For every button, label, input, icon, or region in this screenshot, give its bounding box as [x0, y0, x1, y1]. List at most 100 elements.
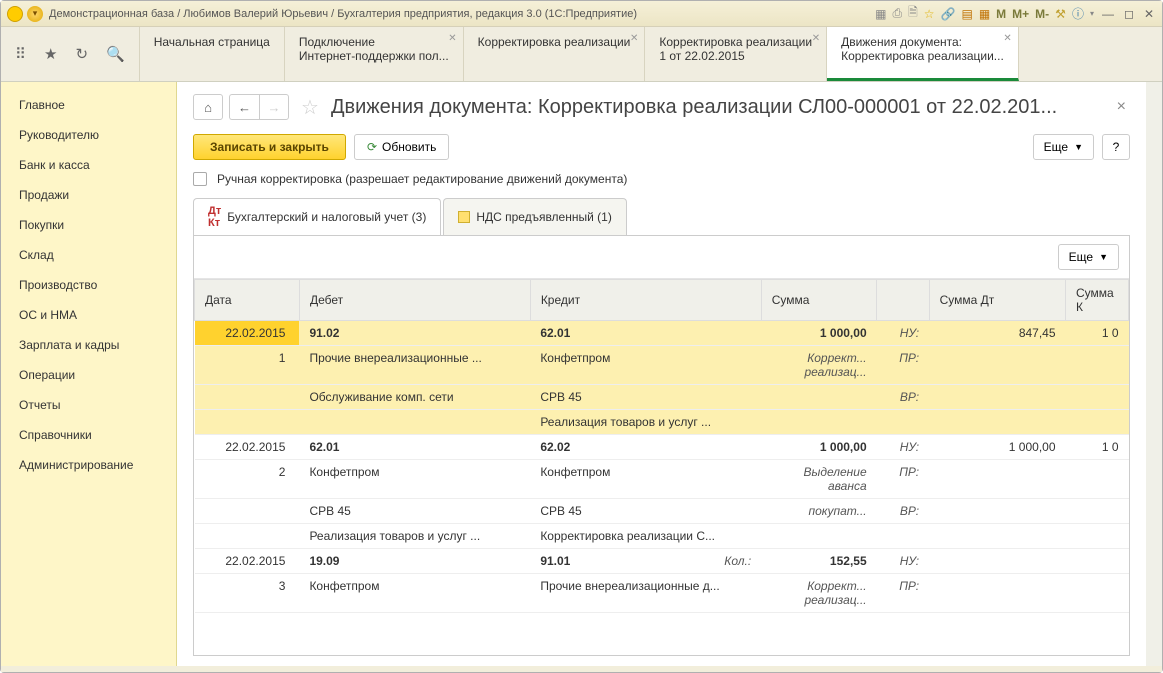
col-blank[interactable]: [877, 280, 929, 321]
tab-close-icon[interactable]: ✕: [812, 33, 820, 44]
cell: [1066, 346, 1129, 385]
forward-button[interactable]: →: [259, 94, 289, 120]
col-sumdt[interactable]: Сумма Дт: [929, 280, 1065, 321]
history-icon[interactable]: ↻: [75, 45, 88, 63]
sidebar-item-operations[interactable]: Операции: [1, 360, 176, 390]
app-logo-icon: [7, 6, 23, 22]
cell: [1066, 410, 1129, 435]
sidebar-item-assets[interactable]: ОС и НМА: [1, 300, 176, 330]
tab-correction-2[interactable]: Корректировка реализации 1 от 22.02.2015…: [645, 27, 827, 81]
cell: 152,55: [761, 549, 876, 574]
back-button[interactable]: ←: [229, 94, 259, 120]
sidebar: Главное Руководителю Банк и касса Продаж…: [1, 82, 177, 666]
link-icon[interactable]: 🔗: [941, 7, 956, 21]
table-more-button[interactable]: Еще ▼: [1058, 244, 1119, 270]
tab-home[interactable]: Начальная страница: [140, 27, 285, 81]
print-icon[interactable]: ⎙: [892, 6, 902, 21]
table-row[interactable]: СРВ 45СРВ 45покупат...ВР:: [195, 499, 1129, 524]
tab-close-icon[interactable]: ✕: [1003, 33, 1011, 44]
close-button[interactable]: ✕: [1142, 7, 1156, 21]
cell: Корректировка реализации С...: [530, 524, 761, 549]
calc-icon[interactable]: ▤: [961, 7, 972, 21]
subtabs: ДтКт Бухгалтерский и налоговый учет (3) …: [193, 198, 1130, 235]
apps-icon[interactable]: ⠿: [15, 45, 26, 63]
tab-correction-1[interactable]: Корректировка реализации ✕: [464, 27, 646, 81]
cell: [1066, 460, 1129, 499]
accounting-grid[interactable]: Дата Дебет Кредит Сумма Сумма Дт Сумма К…: [194, 279, 1129, 655]
cell: Прочие внереализационные д...: [530, 574, 761, 613]
cell: [1066, 385, 1129, 410]
favorite-toggle-icon[interactable]: ☆: [301, 95, 319, 120]
tab-close-icon[interactable]: ✕: [448, 33, 456, 44]
cell: 91.01 Кол.:: [530, 549, 761, 574]
star-icon[interactable]: ★: [44, 45, 57, 63]
col-date[interactable]: Дата: [195, 280, 300, 321]
tab-close-icon[interactable]: ✕: [630, 33, 638, 44]
sidebar-item-sales[interactable]: Продажи: [1, 180, 176, 210]
content-close-button[interactable]: ×: [1113, 98, 1130, 116]
sidebar-item-warehouse[interactable]: Склад: [1, 240, 176, 270]
cell: [761, 410, 876, 435]
table-row[interactable]: 3КонфетпромПрочие внереализационные д...…: [195, 574, 1129, 613]
subtab-accounting[interactable]: ДтКт Бухгалтерский и налоговый учет (3): [193, 198, 441, 235]
info-dropdown-icon[interactable]: ▾: [1090, 9, 1094, 18]
sidebar-item-salary[interactable]: Зарплата и кадры: [1, 330, 176, 360]
cell: ПР:: [877, 460, 929, 499]
home-button[interactable]: ⌂: [193, 94, 223, 120]
sidebar-item-dicts[interactable]: Справочники: [1, 420, 176, 450]
sidebar-item-admin[interactable]: Администрирование: [1, 450, 176, 480]
table-row[interactable]: 22.02.201519.0991.01 Кол.:152,55НУ:: [195, 549, 1129, 574]
cell: ВР:: [877, 499, 929, 524]
col-credit[interactable]: Кредит: [530, 280, 761, 321]
table-row[interactable]: 22.02.201562.0162.021 000,00НУ:1 000,001…: [195, 435, 1129, 460]
cell: СРВ 45: [530, 499, 761, 524]
help-button[interactable]: ?: [1102, 134, 1130, 160]
settings-icon[interactable]: ⚒: [1055, 7, 1066, 21]
chevron-down-icon: ▼: [1099, 252, 1108, 262]
cell: Конфетпром: [530, 346, 761, 385]
table-row[interactable]: Реализация товаров и услуг ...Корректиро…: [195, 524, 1129, 549]
cell: [877, 524, 929, 549]
subtab-nds[interactable]: НДС предъявленный (1): [443, 198, 626, 235]
tab-movements[interactable]: Движения документа: Корректировка реализ…: [827, 27, 1019, 81]
cell: СРВ 45: [299, 499, 530, 524]
table-row[interactable]: Реализация товаров и услуг ...: [195, 410, 1129, 435]
tool-icon[interactable]: ▦: [875, 7, 886, 21]
col-sumk[interactable]: Сумма К: [1066, 280, 1129, 321]
window-title: Демонстрационная база / Любимов Валерий …: [49, 8, 875, 20]
titlebar-dropdown-icon[interactable]: ▾: [27, 6, 43, 22]
col-debit[interactable]: Дебет: [299, 280, 530, 321]
content-header: ⌂ ← → ☆ Движения документа: Корректировк…: [193, 94, 1130, 120]
sidebar-item-bank[interactable]: Банк и касса: [1, 150, 176, 180]
search-icon[interactable]: 🔍: [106, 45, 125, 63]
more-button[interactable]: Еще ▼: [1033, 134, 1094, 160]
m-minus-button[interactable]: M-: [1035, 7, 1049, 21]
refresh-button[interactable]: ⟳ Обновить: [354, 134, 449, 160]
table-row[interactable]: 22.02.201591.0262.011 000,00НУ:847,451 0: [195, 321, 1129, 346]
m-button[interactable]: M: [996, 7, 1006, 21]
sidebar-item-production[interactable]: Производство: [1, 270, 176, 300]
sidebar-item-purchases[interactable]: Покупки: [1, 210, 176, 240]
sidebar-item-main[interactable]: Главное: [1, 90, 176, 120]
cell: НУ:: [877, 321, 929, 346]
table-row[interactable]: Обслуживание комп. сетиСРВ 45ВР:: [195, 385, 1129, 410]
save-close-button[interactable]: Записать и закрыть: [193, 134, 346, 160]
calendar-icon[interactable]: ▦: [979, 7, 990, 21]
tab-internet-support[interactable]: Подключение Интернет-поддержки пол... ✕: [285, 27, 464, 81]
manual-edit-checkbox[interactable]: [193, 172, 207, 186]
info-icon[interactable]: ⓘ: [1072, 5, 1084, 22]
maximize-button[interactable]: ◻: [1122, 7, 1136, 21]
vertical-scrollbar[interactable]: [1146, 82, 1162, 666]
cell: [195, 524, 300, 549]
doc-icon[interactable]: 🗎: [908, 3, 918, 24]
sidebar-item-manager[interactable]: Руководителю: [1, 120, 176, 150]
cell: 1: [195, 346, 300, 385]
fav-icon[interactable]: ☆: [924, 7, 935, 21]
m-plus-button[interactable]: M+: [1012, 7, 1029, 21]
cell: 1 000,00: [761, 435, 876, 460]
table-row[interactable]: 1Прочие внереализационные ...КонфетпромК…: [195, 346, 1129, 385]
sidebar-item-reports[interactable]: Отчеты: [1, 390, 176, 420]
table-row[interactable]: 2КонфетпромКонфетпромВыделениеавансаПР:: [195, 460, 1129, 499]
minimize-button[interactable]: —: [1100, 7, 1116, 21]
col-sum[interactable]: Сумма: [761, 280, 876, 321]
